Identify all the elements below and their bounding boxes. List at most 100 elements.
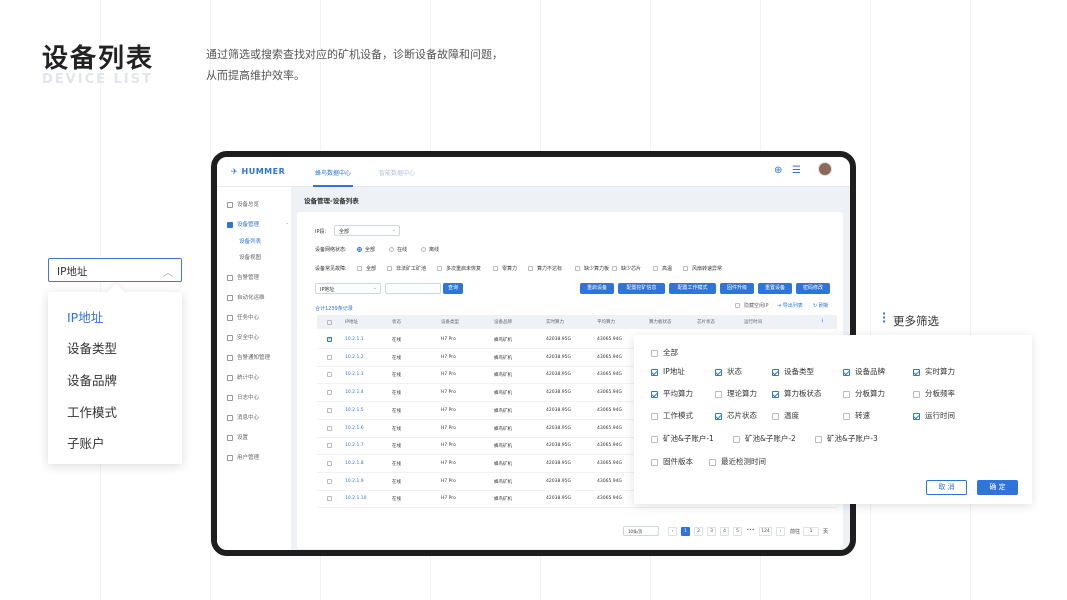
dropdown-option-mode[interactable]: 工作模式 xyxy=(67,402,117,421)
dropdown-option-subaccount[interactable]: 子账户 xyxy=(67,433,105,452)
cell-ip[interactable]: 10.2.1.5 xyxy=(345,408,364,413)
col-header-chip[interactable]: 芯片状态 xyxy=(697,319,715,325)
cell-ip[interactable]: 10.2.1.9 xyxy=(345,479,364,484)
page-button[interactable]: 4 xyxy=(720,527,729,536)
filter-column-option[interactable]: 温度 xyxy=(772,410,799,421)
col-header-brand[interactable]: 设备品牌 xyxy=(494,319,512,325)
filter-column-option[interactable]: 状态 xyxy=(715,366,742,377)
sidebar-item-security[interactable]: 安全中心 xyxy=(227,333,259,341)
cell-ip[interactable]: 10.2.1.3 xyxy=(345,372,364,377)
sidebar-item-logs[interactable]: 日志中心 xyxy=(227,393,259,401)
filter-column-option[interactable]: 分板算力 xyxy=(843,388,885,399)
search-field-select[interactable]: IP地址 ⌄ xyxy=(315,283,381,294)
sidebar-item-device-mgmt[interactable]: 设备管理 xyxy=(227,220,259,228)
col-header-realtime[interactable]: 实时算力 xyxy=(546,319,564,325)
cell-ip[interactable]: 10.2.1.8 xyxy=(345,461,364,466)
ip-range-select[interactable]: 全部 ⌄ xyxy=(334,225,400,236)
search-button[interactable]: 查询 xyxy=(443,283,463,294)
filter-column-option[interactable]: IP地址 xyxy=(651,366,685,377)
filter-pool-2[interactable]: 矿池&子账户-2 xyxy=(733,433,796,444)
sidebar-subitem-device-list[interactable]: 设备列表 xyxy=(239,237,261,245)
col-header-type[interactable]: 设备类型 xyxy=(441,319,459,325)
filter-last-check[interactable]: 最近检测时间 xyxy=(709,456,766,467)
goto-page-input[interactable]: 1 xyxy=(803,527,819,536)
row-checkbox[interactable] xyxy=(327,496,332,502)
row-checkbox[interactable] xyxy=(327,460,332,466)
filter-pool-3[interactable]: 矿池&子账户-3 xyxy=(815,433,878,444)
cancel-button[interactable]: 取 消 xyxy=(926,480,967,495)
sidebar-item-task[interactable]: 任务中心 xyxy=(227,313,259,321)
fault-option[interactable]: 算力不达标 xyxy=(528,265,562,272)
filter-column-option[interactable]: 分板频率 xyxy=(913,388,955,399)
row-checkbox[interactable] xyxy=(327,478,332,484)
nav-hummer-data[interactable]: 蜂鸟数据中心 xyxy=(315,168,351,177)
page-button[interactable]: 124 xyxy=(759,527,772,536)
fault-option[interactable]: 缺少芯片 xyxy=(612,265,641,272)
sidebar-item-alarm[interactable]: 告警管理 xyxy=(227,273,259,281)
firmware-upgrade-button[interactable]: 固件升级 xyxy=(720,283,754,294)
dropdown-option-type[interactable]: 设备类型 xyxy=(67,338,117,357)
filter-column-option[interactable]: 设备品牌 xyxy=(843,366,885,377)
row-checkbox[interactable] xyxy=(327,390,332,396)
sidebar-item-messages[interactable]: 消息中心 xyxy=(227,413,259,421)
filter-column-option[interactable]: 理论算力 xyxy=(715,388,757,399)
filter-column-option[interactable]: 运行时间 xyxy=(913,410,955,421)
reset-device-button[interactable]: 重置设备 xyxy=(758,283,792,294)
sidebar-item-automation[interactable]: 自动化运维 xyxy=(227,293,265,301)
filter-column-option[interactable]: 芯片状态 xyxy=(715,410,757,421)
page-button[interactable]: 2 xyxy=(694,527,703,536)
nav-smart-data[interactable]: 智能数据中心 xyxy=(379,168,415,177)
sidebar-subitem-device-view[interactable]: 设备视图 xyxy=(239,253,261,261)
config-mode-button[interactable]: 配置工作模式 xyxy=(669,283,716,294)
row-checkbox[interactable] xyxy=(327,407,332,413)
cell-ip[interactable]: 10.2.1.6 xyxy=(345,426,364,431)
sidebar-item-alarm-notify[interactable]: 告警通知管理 xyxy=(227,353,270,361)
search-input[interactable] xyxy=(385,283,441,294)
row-checkbox[interactable] xyxy=(327,443,332,449)
next-page-button[interactable]: › xyxy=(776,527,785,536)
filter-pool-1[interactable]: 矿池&子账户-1 xyxy=(651,433,714,444)
sidebar-item-stats[interactable]: 统计中心 xyxy=(227,373,259,381)
page-button[interactable]: 5 xyxy=(733,527,742,536)
radio-offline[interactable]: 离线 xyxy=(421,246,439,253)
cell-ip[interactable]: 10.2.1.1 xyxy=(345,337,364,342)
fault-option[interactable]: 缺少算力板 xyxy=(575,265,609,272)
filter-column-option[interactable]: 算力板状态 xyxy=(772,388,822,399)
filter-column-option[interactable]: 工作模式 xyxy=(651,410,693,421)
row-checkbox[interactable] xyxy=(327,372,332,378)
fault-option[interactable]: 多次重启未恢复 xyxy=(437,265,481,272)
sidebar-item-overview[interactable]: 设备总览 xyxy=(227,200,259,208)
restart-device-button[interactable]: 重启设备 xyxy=(580,283,614,294)
radio-all[interactable]: 全部 xyxy=(357,246,375,253)
cell-ip[interactable]: 10.2.1.10 xyxy=(345,496,366,501)
filter-firmware[interactable]: 固件版本 xyxy=(651,456,693,467)
filter-all-checkbox[interactable]: 全部 xyxy=(651,347,678,358)
fault-option[interactable]: 零算力 xyxy=(493,265,517,272)
row-checkbox[interactable]: ✓ xyxy=(327,336,332,342)
row-checkbox[interactable] xyxy=(327,425,332,431)
col-header-status[interactable]: 状态 xyxy=(392,319,401,325)
col-header-ip[interactable]: IP地址 xyxy=(345,319,358,325)
avatar[interactable] xyxy=(818,162,832,176)
prev-page-button[interactable]: ‹ xyxy=(668,527,677,536)
list-icon[interactable]: ☰ xyxy=(792,165,801,176)
select-all-checkbox[interactable] xyxy=(327,320,332,325)
cell-ip[interactable]: 10.2.1.4 xyxy=(345,390,364,395)
field-select[interactable]: IP地址 ︿ xyxy=(48,258,182,282)
filter-column-option[interactable]: 实时算力 xyxy=(913,366,955,377)
filter-column-option[interactable]: 转速 xyxy=(843,410,870,421)
filter-column-option[interactable]: 平均算力 xyxy=(651,388,693,399)
fault-option[interactable]: 风扇转速异常 xyxy=(683,265,722,272)
page-button[interactable]: 1 xyxy=(681,527,690,536)
refresh-button[interactable]: ↻ 刷新 xyxy=(813,302,829,309)
page-button[interactable]: 3 xyxy=(707,527,716,536)
col-header-board[interactable]: 算力板状态 xyxy=(649,319,672,325)
confirm-button[interactable]: 确 定 xyxy=(977,480,1018,495)
page-size-select[interactable]: 10条/页 xyxy=(623,526,659,536)
radio-online[interactable]: 在线 xyxy=(389,246,407,253)
dropdown-option-brand[interactable]: 设备品牌 xyxy=(67,370,117,389)
sidebar-item-settings[interactable]: 设置 xyxy=(227,433,248,441)
hide-idle-ip-toggle[interactable]: 隐藏空闲IP xyxy=(735,302,769,309)
fault-option[interactable]: 全部 xyxy=(357,265,376,272)
sidebar-item-users[interactable]: 用户管理 xyxy=(227,453,259,461)
